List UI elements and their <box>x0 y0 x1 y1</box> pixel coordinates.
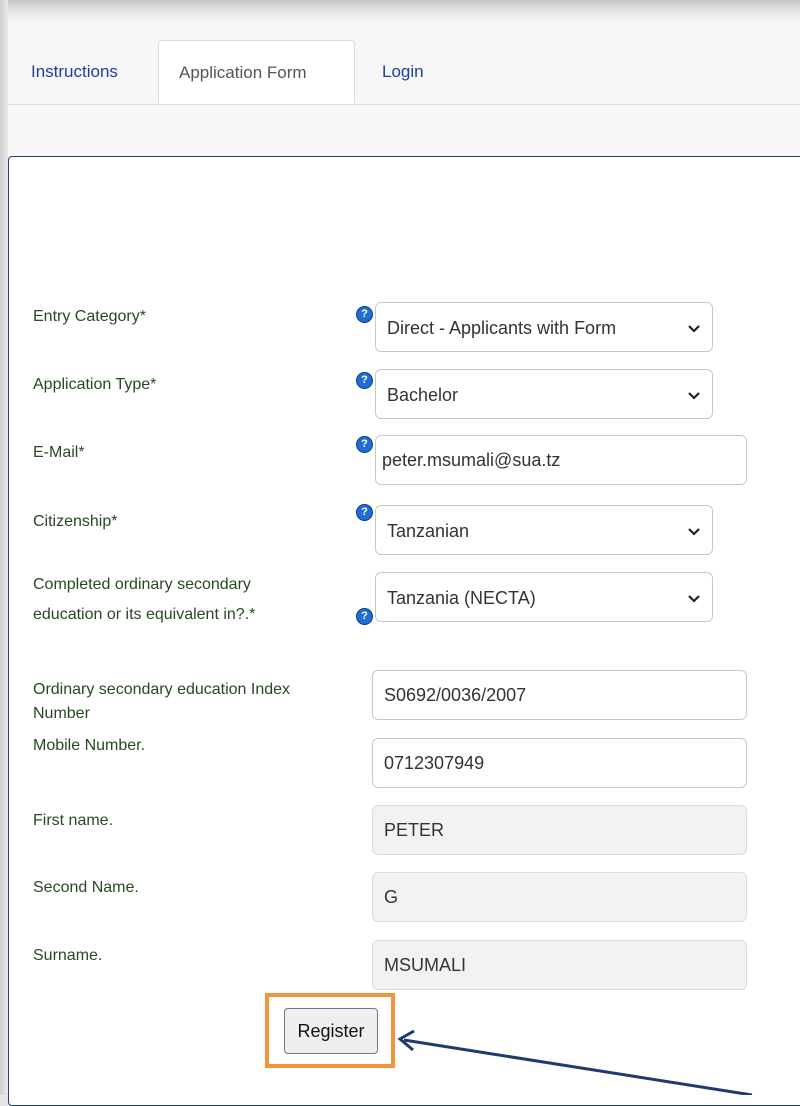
secondary-education-label: Completed ordinary secondary education o… <box>33 573 255 627</box>
entry-category-value: Direct - Applicants with Form <box>387 318 617 338</box>
help-icon[interactable]: ? <box>357 505 372 520</box>
citizenship-select[interactable]: Tanzanian <box>375 505 713 555</box>
citizenship-label: Citizenship* <box>33 513 118 530</box>
tab-login[interactable]: Login <box>382 40 424 104</box>
register-button[interactable]: Register <box>284 1008 378 1054</box>
tab-bar: Instructions Application Form Login <box>8 40 800 105</box>
second-name-label: Second Name. <box>33 879 139 896</box>
chevron-down-icon <box>688 392 700 400</box>
second-name-field[interactable]: G <box>372 872 747 922</box>
first-name-field[interactable]: PETER <box>372 805 747 855</box>
help-icon[interactable]: ? <box>357 437 372 452</box>
index-number-label: Ordinary secondary education Index Numbe… <box>33 678 290 726</box>
surname-label: Surname. <box>33 947 103 964</box>
mobile-number-label: Mobile Number. <box>33 737 146 754</box>
first-name-label: First name. <box>33 812 114 829</box>
secondary-education-label-line1: Completed ordinary secondary <box>33 576 251 593</box>
email-label: E-Mail* <box>33 444 85 461</box>
secondary-education-value: Tanzania (NECTA) <box>387 588 536 608</box>
tab-instructions[interactable]: Instructions <box>31 40 118 104</box>
tab-application-form[interactable]: Application Form <box>158 40 355 104</box>
entry-category-select[interactable]: Direct - Applicants with Form <box>375 302 713 352</box>
index-number-label-line2: Number <box>33 705 90 722</box>
citizenship-value: Tanzanian <box>387 521 470 541</box>
chevron-down-icon <box>688 528 700 536</box>
surname-field[interactable]: MSUMALI <box>372 940 747 990</box>
chevron-down-icon <box>688 325 700 333</box>
index-number-field[interactable]: S0692/0036/2007 <box>372 670 747 720</box>
left-edge <box>0 0 8 1095</box>
mobile-number-field[interactable]: 0712307949 <box>372 738 747 788</box>
application-type-value: Bachelor <box>387 385 459 405</box>
chevron-down-icon <box>688 595 700 603</box>
email-field[interactable]: peter.msumali@sua.tz <box>375 435 747 485</box>
index-number-label-line1: Ordinary secondary education Index <box>33 681 291 698</box>
help-icon[interactable]: ? <box>357 307 372 322</box>
top-shadow <box>0 0 800 22</box>
help-icon[interactable]: ? <box>357 609 372 624</box>
application-type-label: Application Type* <box>33 376 157 393</box>
application-type-select[interactable]: Bachelor <box>375 369 713 419</box>
secondary-education-select[interactable]: Tanzania (NECTA) <box>375 572 713 622</box>
secondary-education-label-line2: education or its equivalent in?.* <box>33 606 256 623</box>
entry-category-label: Entry Category* <box>33 308 146 325</box>
help-icon[interactable]: ? <box>357 373 372 388</box>
